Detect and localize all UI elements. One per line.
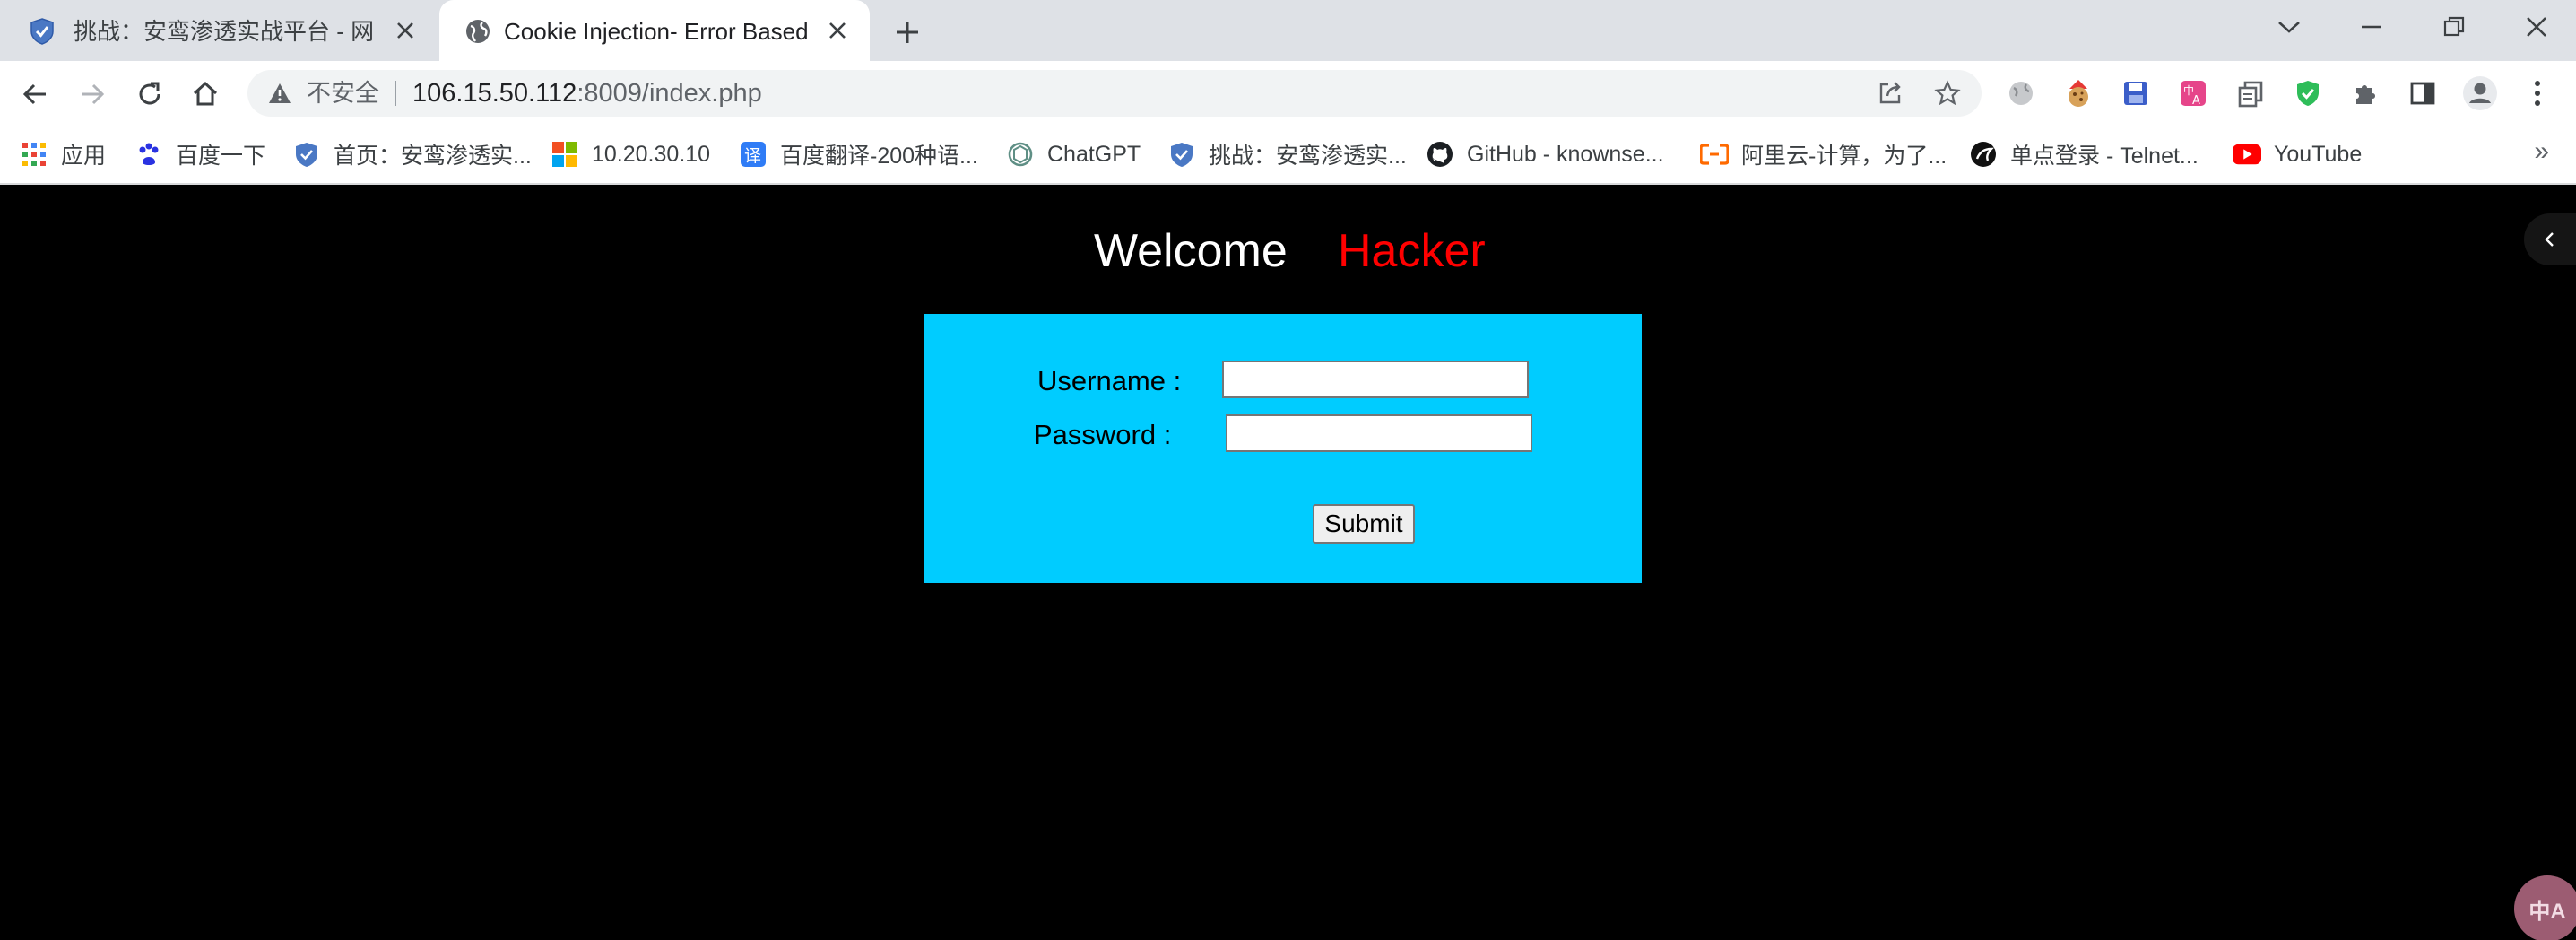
new-tab-button[interactable] (888, 13, 927, 52)
login-form: Username : Password : Submit (924, 314, 1642, 583)
globe-icon (466, 20, 490, 43)
shield-icon (30, 18, 54, 45)
url-path: :8009/index.php (577, 79, 762, 108)
bookmark-anluan-challenge[interactable]: 挑战：安鸾渗透实... (1167, 126, 1407, 183)
address-bar[interactable]: 不安全 106.15.50.112:8009/index.php (247, 70, 1982, 117)
tab-challenge[interactable]: 挑战：安鸾渗透实战平台 - 网络安 (0, 0, 438, 61)
browser-toolbar: 不安全 106.15.50.112:8009/index.php 中A (0, 61, 2576, 126)
not-secure-label[interactable]: 不安全 (307, 79, 379, 108)
bookmark-label: 10.20.30.10 (592, 141, 711, 167)
divider (395, 81, 396, 106)
page-content: Welcome Hacker Username : Password : Sub… (0, 185, 2576, 940)
bookmark-label: 首页：安鸾渗透实... (334, 144, 532, 169)
bookmark-label: 百度翻译-200种语... (780, 144, 978, 169)
close-icon (2527, 17, 2546, 37)
password-label: Password : (1034, 419, 1172, 450)
tab-title: 挑战：安鸾渗透实战平台 - 网络安 (74, 18, 375, 45)
url-host: 106.15.50.112 (412, 79, 577, 108)
bookmark-youtube[interactable]: YouTube (2233, 126, 2362, 183)
baidu-paw-icon (134, 140, 163, 169)
url-text[interactable]: 106.15.50.112:8009/index.php (412, 78, 762, 109)
share-icon[interactable] (1874, 77, 1906, 109)
copy-extension-icon[interactable] (2233, 75, 2268, 111)
shield-extension-icon[interactable] (2290, 75, 2326, 111)
shield-icon (292, 140, 321, 169)
apps-grid-icon (20, 140, 48, 169)
svg-text:A: A (2192, 94, 2200, 108)
tab-search-button[interactable] (2249, 0, 2329, 54)
bookmark-label: 百度一下 (176, 144, 266, 169)
username-input[interactable] (1222, 361, 1529, 398)
bookmark-label: 应用 (61, 144, 107, 169)
bookmark-baidu-translate[interactable]: 译 百度翻译-200种语... (739, 126, 978, 183)
back-button[interactable] (14, 74, 56, 115)
puzzle-icon[interactable] (2347, 75, 2383, 111)
bookmark-aliyun[interactable]: 阿里云-计算，为了... (1700, 126, 1947, 183)
bookmark-label: ChatGPT (1047, 141, 1141, 167)
minimize-button[interactable] (2331, 0, 2412, 54)
plus-icon (897, 22, 918, 43)
bookmark-apps[interactable]: 应用 (20, 126, 106, 183)
submit-button[interactable]: Submit (1313, 504, 1415, 544)
translate-bubble-button[interactable]: 中A (2514, 875, 2576, 940)
bookmark-label: YouTube (2274, 141, 2363, 167)
cookie-extension-icon[interactable] (2060, 75, 2096, 111)
youtube-icon (2233, 140, 2261, 169)
windows-logo-icon (551, 140, 579, 169)
bookmark-label: 挑战：安鸾渗透实... (1209, 144, 1407, 169)
tab-strip: 挑战：安鸾渗透实战平台 - 网络安 Cookie Injection- Erro… (0, 0, 2576, 61)
reload-icon (139, 82, 160, 105)
bookmark-telnet-sso[interactable]: 单点登录 - Telnet... (1969, 126, 2199, 183)
bookmarks-overflow-button[interactable]: » (2534, 136, 2549, 167)
bookmark-label: GitHub - knownse... (1467, 141, 1664, 167)
profile-avatar-icon[interactable] (2462, 75, 2498, 111)
close-icon[interactable] (821, 14, 854, 47)
chatgpt-icon (1006, 140, 1035, 169)
github-icon (1426, 140, 1454, 169)
chevron-down-icon (2278, 22, 2300, 33)
username-label: Username : (1037, 365, 1182, 396)
welcome-heading: Welcome (1094, 225, 1288, 277)
restore-button[interactable] (2414, 0, 2494, 54)
bookmark-chatgpt[interactable]: ChatGPT (1006, 126, 1141, 183)
bookmark-github[interactable]: GitHub - knownse... (1426, 126, 1664, 183)
side-panel-icon[interactable] (2405, 75, 2441, 111)
close-icon[interactable] (389, 14, 421, 47)
reload-button[interactable] (129, 74, 170, 115)
side-drawer-toggle[interactable] (2524, 213, 2576, 265)
tab-cookie-injection[interactable]: Cookie Injection- Error Based- (439, 0, 870, 61)
minimize-icon (2362, 25, 2381, 29)
close-window-button[interactable] (2496, 0, 2576, 54)
kebab-menu-icon[interactable] (2520, 75, 2555, 111)
star-icon[interactable] (1931, 77, 1964, 109)
translate-icon: 译 (739, 140, 768, 169)
forward-button[interactable] (72, 74, 113, 115)
svg-text:译: 译 (744, 146, 761, 166)
bookmark-baidu[interactable]: 百度一下 (134, 126, 265, 183)
tab-title: Cookie Injection- Error Based- (504, 18, 807, 45)
translate-extension-icon[interactable]: 中A (2175, 75, 2211, 111)
bookmark-label: 单点登录 - Telnet... (2010, 144, 2199, 169)
shield-icon (1167, 140, 1196, 169)
globe-extension-icon[interactable] (2003, 75, 2039, 111)
home-button[interactable] (185, 74, 226, 115)
bookmark-10-20-30-10[interactable]: 10.20.30.10 (551, 126, 710, 183)
restore-icon (2443, 16, 2465, 37)
arrow-right-icon (82, 83, 105, 105)
hacker-heading: Hacker (1338, 225, 1486, 277)
warning-icon[interactable] (267, 81, 292, 106)
home-icon (193, 81, 218, 106)
chevron-left-icon (2545, 232, 2554, 247)
arrow-left-icon (22, 83, 46, 105)
bookmark-anluan-home[interactable]: 首页：安鸾渗透实... (292, 126, 532, 183)
password-input[interactable] (1226, 414, 1532, 452)
bookmark-label: 阿里云-计算，为了... (1741, 144, 1947, 169)
telnet-icon (1969, 140, 1998, 169)
save-extension-icon[interactable] (2118, 75, 2154, 111)
aliyun-icon (1700, 140, 1729, 169)
bookmarks-bar: 应用 百度一下 首页：安鸾渗透实... 10.20.30.10 译 百度翻译-2… (0, 126, 2576, 185)
